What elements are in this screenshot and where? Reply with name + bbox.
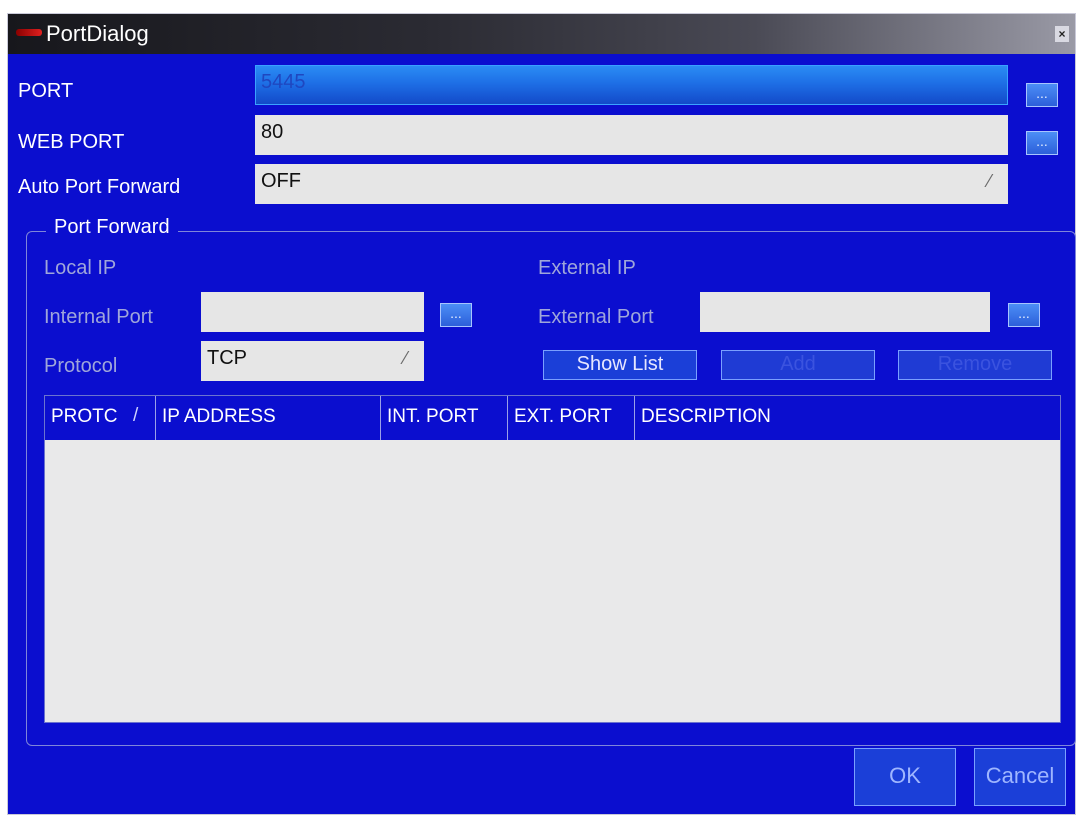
remove-button[interactable]: Remove [898, 350, 1052, 380]
show-list-button[interactable]: Show List [543, 350, 697, 380]
protocol-label: Protocol [44, 355, 118, 377]
port-input[interactable]: 5445 [255, 65, 1008, 105]
web-port-input[interactable]: 80 [255, 115, 1008, 155]
table-header: PROTC / IP ADDRESS INT. PORT EXT. PORT D… [45, 396, 1060, 440]
add-button[interactable]: Add [721, 350, 875, 380]
title-bar[interactable]: PortDialog × [8, 14, 1075, 54]
external-port-label: External Port [538, 306, 654, 328]
web-port-browse-button[interactable]: ... [1026, 131, 1058, 155]
port-browse-button[interactable]: ... [1026, 83, 1058, 107]
sort-indicator-icon: / [133, 405, 139, 426]
auto-port-forward-select[interactable]: OFF ⁄ [255, 164, 1008, 204]
column-header-ext-port[interactable]: EXT. PORT [508, 396, 635, 440]
ok-button[interactable]: OK [854, 748, 956, 806]
auto-port-forward-value: OFF [261, 170, 301, 192]
external-port-input[interactable] [700, 292, 990, 332]
dropdown-arrow-icon: ⁄ [988, 171, 992, 191]
auto-port-forward-label: Auto Port Forward [18, 176, 181, 198]
column-header-protocol[interactable]: PROTC / [45, 396, 156, 440]
dropdown-arrow-icon: ⁄ [404, 348, 408, 368]
internal-port-label: Internal Port [44, 306, 153, 328]
column-header-int-port[interactable]: INT. PORT [381, 396, 508, 440]
local-ip-label: Local IP [44, 257, 117, 279]
column-header-description[interactable]: DESCRIPTION [635, 396, 1060, 440]
table-body[interactable] [45, 440, 1060, 722]
port-dialog: PortDialog × PORT 5445 ... WEB PORT 80 .… [8, 14, 1076, 814]
web-port-label: WEB PORT [18, 131, 125, 153]
close-icon[interactable]: × [1055, 26, 1069, 42]
internal-port-input[interactable] [201, 292, 424, 332]
protocol-select[interactable]: TCP ⁄ [201, 341, 424, 381]
external-ip-label: External IP [538, 257, 636, 279]
internal-port-browse-button[interactable]: ... [440, 303, 472, 327]
port-forward-group-title: Port Forward [46, 216, 178, 239]
protocol-value: TCP [207, 347, 247, 369]
window-title: PortDialog [46, 21, 149, 46]
column-header-ip-address[interactable]: IP ADDRESS [156, 396, 381, 440]
port-forward-table[interactable]: PROTC / IP ADDRESS INT. PORT EXT. PORT D… [44, 395, 1061, 723]
external-port-browse-button[interactable]: ... [1008, 303, 1040, 327]
app-icon [16, 29, 42, 36]
cancel-button[interactable]: Cancel [974, 748, 1066, 806]
port-label: PORT [18, 80, 74, 102]
